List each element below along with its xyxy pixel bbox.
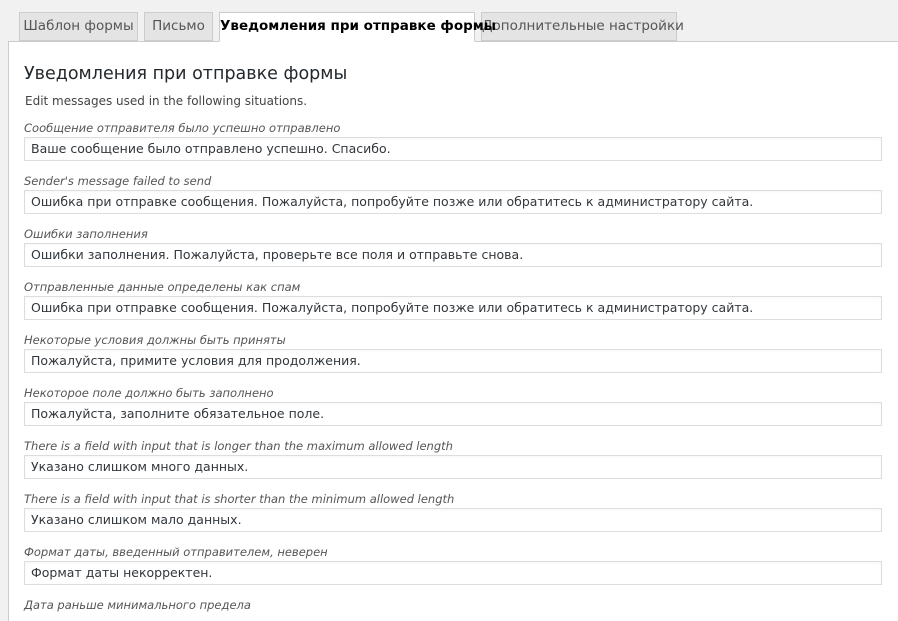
field-input-invalid-too-long[interactable]: Указано слишком много данных.	[24, 455, 882, 479]
tab-form-template[interactable]: Шаблон формы	[19, 12, 138, 41]
field-input-mail-sent-ng[interactable]: Ошибка при отправке сообщения. Пожалуйст…	[24, 190, 882, 214]
field-label-mail-sent-ok: Сообщение отправителя было успешно отпра…	[24, 121, 341, 135]
field-input-spam[interactable]: Ошибка при отправке сообщения. Пожалуйст…	[24, 296, 882, 320]
field-input-invalid-too-short[interactable]: Указано слишком мало данных.	[24, 508, 882, 532]
field-label-invalid-too-short: There is a field with input that is shor…	[24, 492, 455, 506]
field-label-invalid-date: Формат даты, введенный отправителем, нев…	[24, 545, 328, 559]
field-input-invalid-date[interactable]: Формат даты некорректен.	[24, 561, 882, 585]
field-label-invalid-required: Некоторое поле должно быть заполнено	[24, 386, 274, 400]
field-label-accept-terms: Некоторые условия должны быть приняты	[24, 333, 286, 347]
field-input-validation-error[interactable]: Ошибки заполнения. Пожалуйста, проверьте…	[24, 243, 882, 267]
panel-title: Уведомления при отправке формы	[24, 64, 348, 84]
panel-description: Edit messages used in the following situ…	[25, 94, 308, 108]
field-label-date-too-early: Дата раньше минимального предела	[24, 598, 251, 612]
messages-panel: Уведомления при отправке формы Edit mess…	[8, 41, 898, 621]
tab-bar: Шаблон формы Письмо Уведомления при отпр…	[0, 12, 898, 42]
field-label-mail-sent-ng: Sender's message failed to send	[24, 174, 212, 188]
field-input-mail-sent-ok[interactable]: Ваше сообщение было отправлено успешно. …	[24, 137, 882, 161]
tab-messages[interactable]: Уведомления при отправке формы	[219, 12, 496, 42]
tab-mail[interactable]: Письмо	[144, 12, 213, 41]
tab-additional-settings[interactable]: Дополнительные настройки	[481, 12, 684, 41]
field-label-spam: Отправленные данные определены как спам	[24, 280, 301, 294]
field-input-accept-terms[interactable]: Пожалуйста, примите условия для продолже…	[24, 349, 882, 373]
field-input-invalid-required[interactable]: Пожалуйста, заполните обязательное поле.	[24, 402, 882, 426]
field-label-invalid-too-long: There is a field with input that is long…	[24, 439, 453, 453]
field-label-validation-error: Ошибки заполнения	[24, 227, 148, 241]
